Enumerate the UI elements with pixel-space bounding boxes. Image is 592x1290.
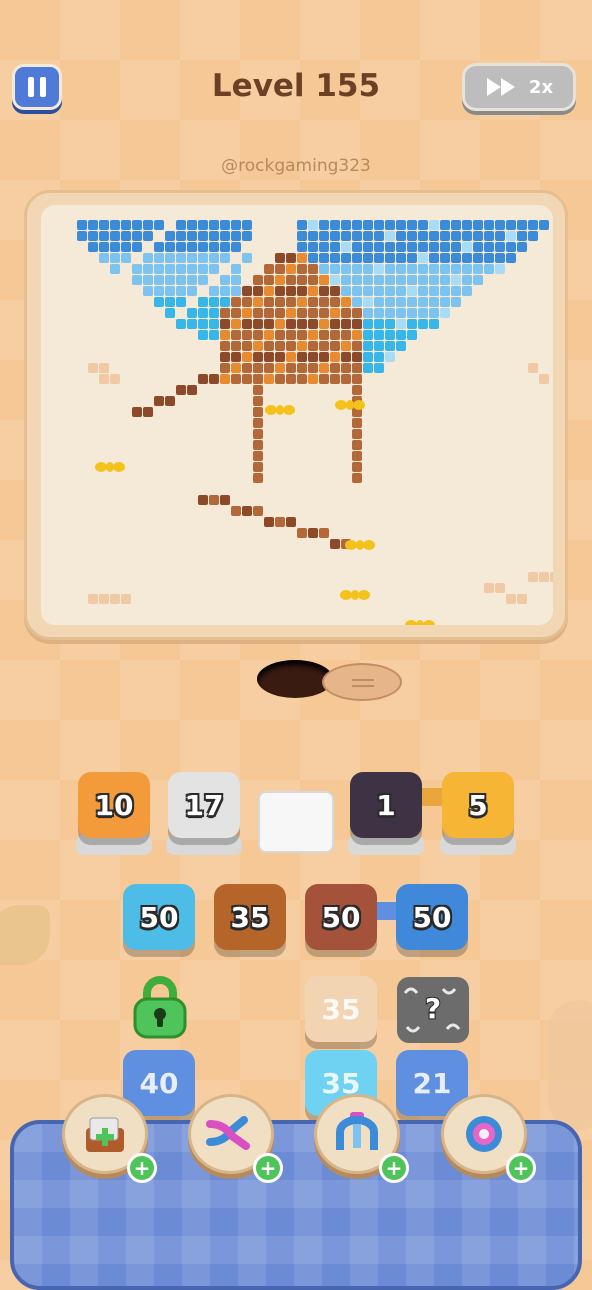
level-title: Level 155 — [211, 68, 381, 104]
pause-icon — [25, 77, 49, 97]
color-tile[interactable]: 5 — [442, 772, 514, 838]
color-tile[interactable]: 50 — [123, 884, 195, 950]
booster-magnet-plus[interactable]: + — [379, 1153, 409, 1183]
locked-tile[interactable] — [131, 975, 189, 1039]
lock-icon — [133, 976, 187, 1039]
color-tile[interactable]: 35 — [305, 976, 377, 1042]
tile-slot — [166, 835, 242, 855]
shuffle-arrows-icon — [206, 1116, 250, 1150]
color-tile[interactable]: 50 — [396, 884, 468, 950]
pixel-art-dragon — [77, 220, 560, 640]
tile-slot — [440, 835, 516, 855]
decorative-leaf — [0, 905, 50, 965]
speed-toggle-button[interactable]: 2x — [462, 63, 576, 111]
mystery-tile[interactable]: ? — [397, 977, 469, 1043]
tile-slot — [348, 835, 424, 855]
booster-add-tray-plus[interactable]: + — [127, 1153, 157, 1183]
booster-shuffle-plus[interactable]: + — [253, 1153, 283, 1183]
color-tile[interactable]: 50 — [305, 884, 377, 950]
pause-button[interactable] — [12, 64, 62, 110]
puzzle-board — [41, 205, 560, 640]
decorative-shape — [548, 1000, 592, 1130]
add-tray-icon — [86, 1117, 124, 1152]
tile-slot — [76, 835, 152, 855]
empty-tile-slot[interactable] — [258, 791, 334, 853]
color-tile[interactable]: 10 — [78, 772, 150, 838]
watermark: @rockgaming323 — [221, 156, 371, 176]
pink-donut-icon — [466, 1116, 502, 1152]
magnet-claw-icon — [336, 1112, 378, 1150]
hole-lid — [322, 663, 402, 701]
fast-forward-icon — [486, 78, 515, 96]
question-mark-icon: ? — [403, 987, 461, 1033]
color-tile[interactable]: 35 — [214, 884, 286, 950]
booster-donut-plus[interactable]: + — [506, 1153, 536, 1183]
svg-text:?: ? — [425, 992, 441, 1025]
color-tile[interactable]: 1 — [350, 772, 422, 838]
color-tile[interactable]: 17 — [168, 772, 240, 838]
speed-label: 2x — [528, 76, 554, 98]
